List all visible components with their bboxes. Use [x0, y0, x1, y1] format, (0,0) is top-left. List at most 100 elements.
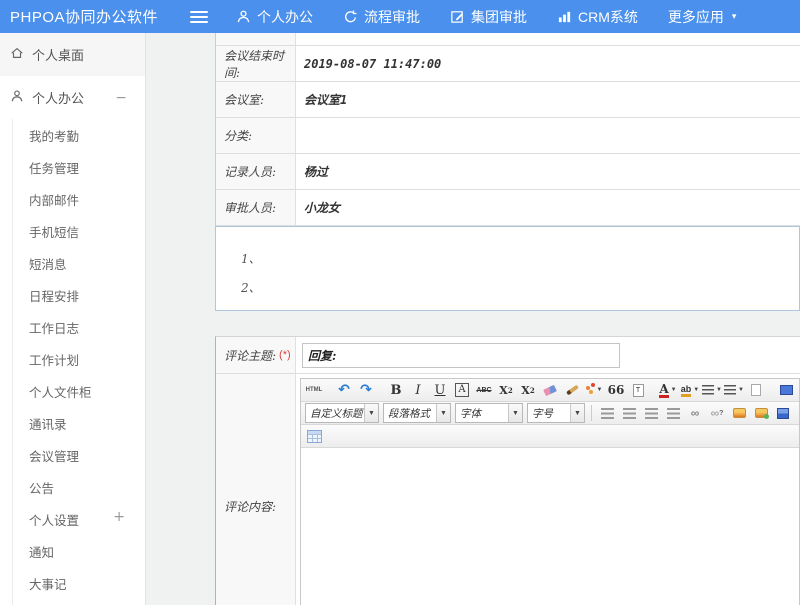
unlink-icon[interactable]: ∞?: [707, 403, 727, 423]
font-family-select[interactable]: 字体▼: [455, 403, 523, 423]
redo-icon[interactable]: ↷: [356, 380, 376, 400]
eraser-icon[interactable]: [540, 380, 560, 400]
caret-down-icon: ▼: [693, 387, 699, 393]
insert-media-icon[interactable]: [773, 403, 793, 423]
align-center-icon[interactable]: [619, 403, 639, 423]
form-label-cell: 记录人员:: [216, 154, 296, 189]
blockquote-button[interactable]: 66: [606, 380, 626, 400]
nav-group-approval[interactable]: 集团审批: [450, 7, 527, 27]
editor-toolbar-row1: HTML ↶ ↷ B I U A ABC X2 X2 ▼: [301, 379, 799, 402]
sidebar-subitem[interactable]: 大事记: [13, 567, 145, 599]
form-label-cell: 分类:: [216, 118, 296, 153]
sidebar-item-desktop[interactable]: 个人桌面: [0, 33, 145, 76]
sidebar-subitem[interactable]: 工作日志: [13, 311, 145, 343]
sidebar-item-personal-office[interactable]: 个人办公 −: [0, 80, 145, 115]
nav-personal-office[interactable]: 个人办公: [236, 7, 313, 27]
form-row: 会议结束时间: 2019-08-07 11:47:00: [216, 46, 800, 82]
format-brush-icon[interactable]: [562, 380, 582, 400]
font-size-select[interactable]: 字号▼: [527, 403, 585, 423]
heading-style-select[interactable]: 自定义标题▼: [305, 403, 379, 423]
sidebar-subitem[interactable]: 个人设置 +: [13, 503, 145, 535]
nav-more-apps[interactable]: 更多应用 ▾: [668, 7, 737, 27]
paste-icon[interactable]: T: [628, 380, 648, 400]
html-source-button[interactable]: HTML: [304, 380, 324, 400]
menu-toggle-icon[interactable]: [190, 11, 208, 23]
form-value-cell: 会议室1: [296, 82, 800, 117]
comment-subject-label-cell: 评论主题: (*): [216, 337, 296, 373]
comment-content-label-cell: 评论内容:: [216, 374, 296, 605]
rich-text-editor: HTML ↶ ↷ B I U A ABC X2 X2 ▼: [300, 378, 800, 605]
caret-down-icon: ▼: [597, 387, 603, 393]
caret-down-icon: ▼: [716, 387, 722, 393]
strikethrough-button[interactable]: ABC: [474, 380, 494, 400]
app-logo: PHPOA协同办公软件: [0, 6, 190, 27]
align-left-icon[interactable]: [597, 403, 617, 423]
comment-subject-input[interactable]: [302, 343, 620, 368]
nav-workflow-approval[interactable]: 流程审批: [343, 7, 420, 27]
comment-subject-row: 评论主题: (*): [216, 337, 800, 374]
caret-down-icon: ▼: [671, 387, 677, 393]
superscript-button[interactable]: X2: [496, 380, 516, 400]
home-icon: [10, 46, 24, 63]
sidebar-subitem[interactable]: 日程安排: [13, 279, 145, 311]
unordered-list-button[interactable]: ▼: [724, 380, 744, 400]
auto-format-icon[interactable]: ▼: [584, 380, 604, 400]
form-value-cell: [296, 118, 800, 153]
bar-chart-icon: [557, 9, 572, 24]
comment-subject-value-cell: [296, 337, 800, 373]
top-navbar: PHPOA协同办公软件 个人办公 流程审批 集团审批 CRM系统 更多应用 ▾: [0, 0, 800, 33]
form-value-cell: 杨过: [296, 154, 800, 189]
boxed-text-button[interactable]: A: [452, 380, 472, 400]
bold-button[interactable]: B: [386, 380, 406, 400]
font-color-button[interactable]: A▼: [658, 380, 678, 400]
collapse-icon[interactable]: −: [115, 90, 127, 106]
editor-toolbar-row3: [301, 425, 799, 448]
paragraph-format-select[interactable]: 段落格式▼: [383, 403, 451, 423]
sidebar-subitem[interactable]: 手机短信: [13, 215, 145, 247]
sidebar-subitem[interactable]: 内部邮件: [13, 183, 145, 215]
highlight-color-button[interactable]: ab▼: [680, 380, 700, 400]
sidebar-subitem[interactable]: 会议管理: [13, 439, 145, 471]
form-label-cell: 审批人员:: [216, 190, 296, 225]
form-value-cell: 2019-08-07 11:47:00: [296, 46, 800, 81]
edit-icon: [450, 9, 465, 24]
caret-down-icon: ▼: [738, 387, 744, 393]
form-label-cell: 会议结束时间:: [216, 46, 296, 81]
fullscreen-icon[interactable]: [776, 380, 796, 400]
sidebar-subitem[interactable]: 通讯录: [13, 407, 145, 439]
sidebar-subitem[interactable]: 短消息: [13, 247, 145, 279]
nav-crm[interactable]: CRM系统: [557, 7, 638, 27]
sidebar-subitem[interactable]: 新闻: [13, 599, 145, 605]
upload-image-icon[interactable]: [751, 403, 771, 423]
new-page-icon[interactable]: [746, 380, 766, 400]
editor-content[interactable]: [301, 448, 799, 605]
required-mark: (*): [279, 349, 291, 361]
sidebar-subitem[interactable]: 公告: [13, 471, 145, 503]
form-label-cell: 会议室:: [216, 82, 296, 117]
ordered-list-button[interactable]: ▼: [702, 380, 722, 400]
comment-table: 评论主题: (*) 评论内容: HTML ↶ ↷: [215, 336, 800, 605]
meeting-content-box: 1、 2、: [215, 226, 800, 311]
subscript-button[interactable]: X2: [518, 380, 538, 400]
italic-button[interactable]: I: [408, 380, 428, 400]
justify-icon[interactable]: [663, 403, 683, 423]
undo-icon[interactable]: ↶: [334, 380, 354, 400]
sidebar-subitem[interactable]: 我的考勤: [13, 119, 145, 151]
form-row: 审批人员: 小龙女: [216, 190, 800, 226]
content-area: 会议结束时间: 2019-08-07 11:47:00 会议室: 会议室1: [146, 33, 800, 605]
align-right-icon[interactable]: [641, 403, 661, 423]
content-line: 2、: [241, 274, 799, 303]
sidebar-submenu: 我的考勤 任务管理 内部邮件 手机短信: [12, 119, 145, 605]
expand-icon[interactable]: +: [113, 509, 125, 525]
insert-table-icon[interactable]: [304, 426, 324, 446]
editor-toolbar-row2: 自定义标题▼ 段落格式▼ 字体▼ 字号▼ ∞ ∞?: [301, 402, 799, 425]
sidebar-subitem[interactable]: 工作计划: [13, 343, 145, 375]
insert-image-icon[interactable]: [729, 403, 749, 423]
link-icon[interactable]: ∞: [685, 403, 705, 423]
user-icon: [10, 89, 24, 106]
form-row: 会议室: 会议室1: [216, 82, 800, 118]
sidebar-subitem[interactable]: 通知: [13, 535, 145, 567]
sidebar-subitem[interactable]: 任务管理: [13, 151, 145, 183]
underline-button[interactable]: U: [430, 380, 450, 400]
sidebar-subitem[interactable]: 个人文件柜: [13, 375, 145, 407]
